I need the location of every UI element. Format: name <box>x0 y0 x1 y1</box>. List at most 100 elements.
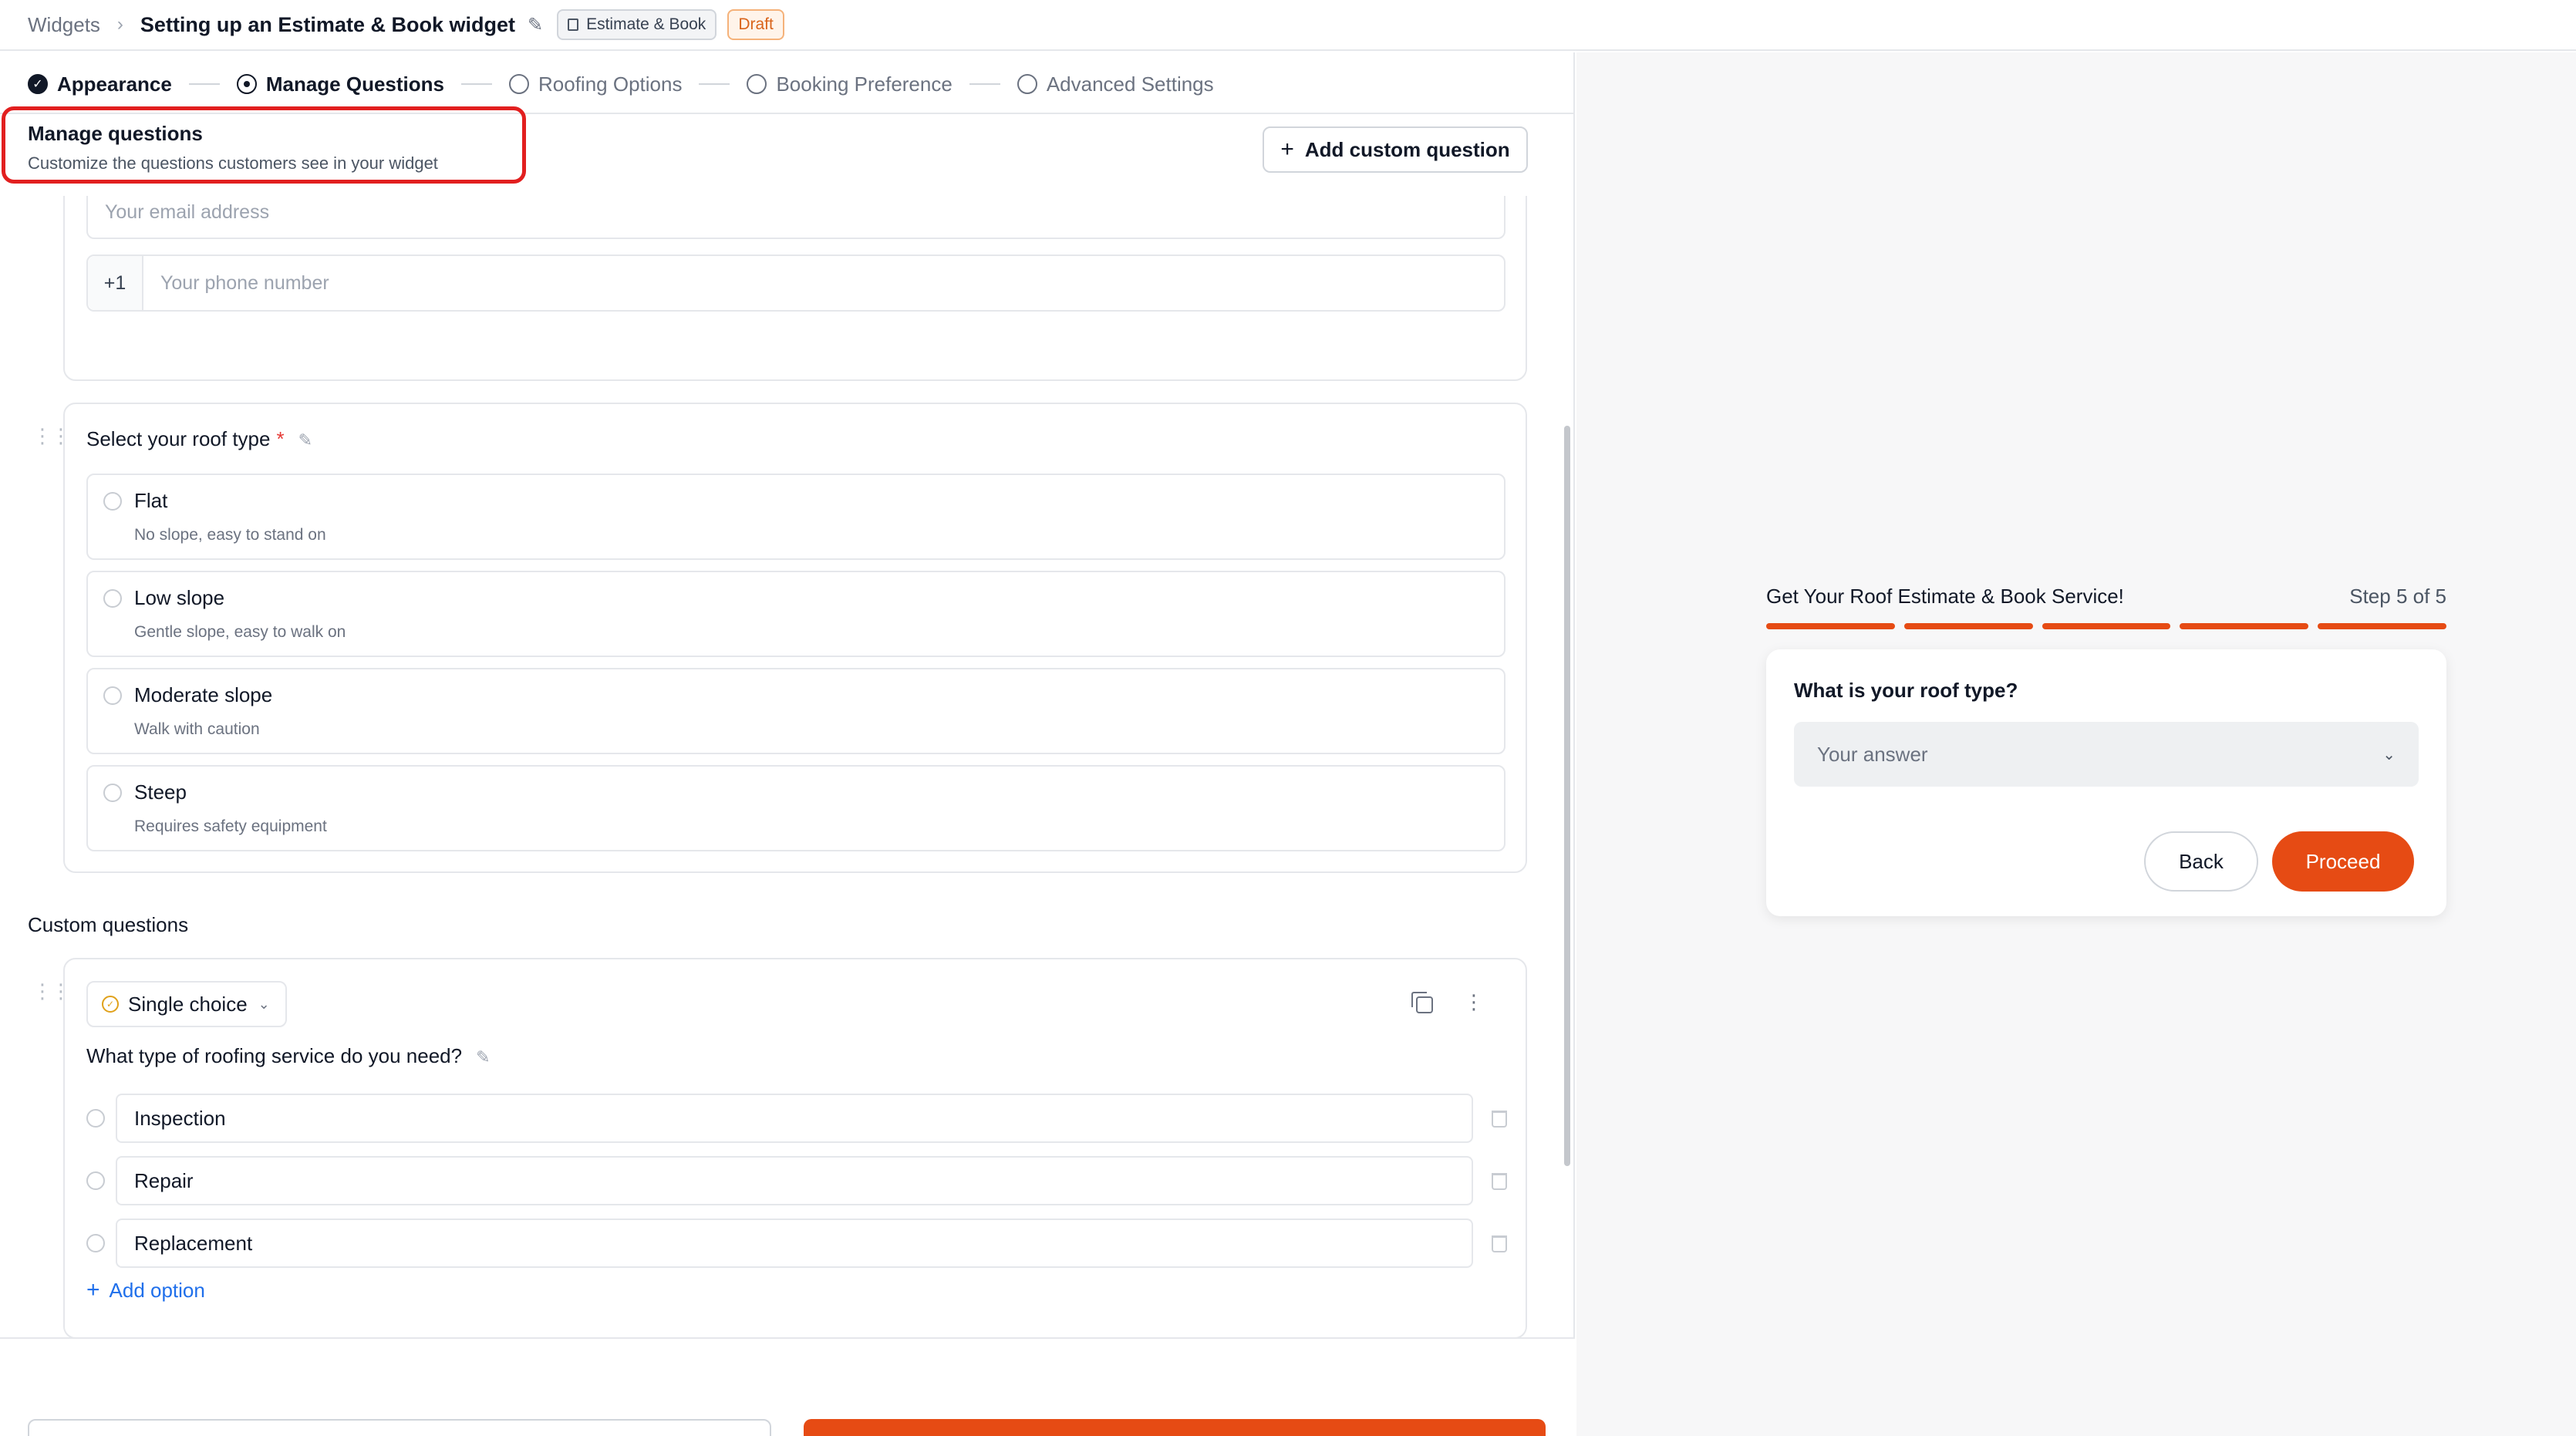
trash-icon[interactable] <box>1492 1235 1507 1252</box>
breadcrumb-widgets-link[interactable]: Widgets <box>28 13 100 37</box>
step-appearance[interactable]: ✓ Appearance <box>28 72 172 96</box>
progress-segment <box>2042 623 2171 629</box>
more-options-icon[interactable]: ⋮ <box>1464 990 1484 1014</box>
question-type-label: Single choice <box>128 992 248 1016</box>
step-label: Roofing Options <box>538 72 683 96</box>
email-placeholder: Your email address <box>105 201 270 223</box>
step-label: Advanced Settings <box>1046 72 1214 96</box>
option-description: Gentle slope, easy to walk on <box>134 623 346 641</box>
trash-icon[interactable] <box>1492 1173 1507 1190</box>
empty-circle-icon <box>509 74 529 94</box>
active-step-icon <box>236 74 257 94</box>
option-value: Repair <box>134 1168 194 1192</box>
custom-questions-heading: Custom questions <box>28 913 189 936</box>
select-placeholder: Your answer <box>1817 742 1928 766</box>
radio-icon <box>103 784 122 802</box>
progress-segment <box>2318 623 2446 629</box>
add-option-label: Add option <box>109 1278 205 1302</box>
step-manage-questions[interactable]: Manage Questions <box>236 72 444 96</box>
widget-preview-panel: Get Your Roof Estimate & Book Service! S… <box>1576 52 2576 1436</box>
add-option-link[interactable]: + Add option <box>86 1277 205 1303</box>
status-badge: Draft <box>727 9 784 40</box>
chevron-down-icon: ⌄ <box>258 996 270 1012</box>
phone-placeholder: Your phone number <box>160 271 329 294</box>
radio-icon <box>86 1171 105 1190</box>
check-circle-icon: ✓ <box>28 74 48 94</box>
question-text: Select your roof type <box>86 427 271 450</box>
add-custom-question-label: Add custom question <box>1304 137 1510 161</box>
roof-option-flat[interactable]: Flat No slope, easy to stand on <box>86 474 1505 560</box>
step-booking-preference[interactable]: Booking Preference <box>747 72 953 96</box>
option-input-inspection[interactable]: Inspection <box>116 1094 1473 1143</box>
step-label: Manage Questions <box>265 72 444 96</box>
plus-icon: + <box>86 1277 100 1303</box>
edit-title-pencil-icon[interactable]: ✎ <box>528 14 543 36</box>
roof-option-moderate-slope[interactable]: Moderate slope Walk with caution <box>86 668 1505 754</box>
preview-step-counter: Step 5 of 5 <box>2349 585 2446 608</box>
option-title: Moderate slope <box>134 683 273 706</box>
edit-pencil-icon[interactable]: ✎ <box>298 430 312 450</box>
copy-icon <box>1411 992 1433 1013</box>
progress-segment <box>2180 623 2309 629</box>
custom-question-card: ✓ Single choice ⌄ ⋮ What type of roofing… <box>63 958 1527 1337</box>
page-title: Setting up an Estimate & Book widget <box>140 12 515 36</box>
option-description: Requires safety equipment <box>134 817 327 835</box>
option-description: No slope, easy to stand on <box>134 526 326 544</box>
required-asterisk: * <box>276 427 285 450</box>
step-connector <box>969 83 1000 85</box>
add-custom-question-button[interactable]: + Add custom question <box>1263 126 1528 173</box>
questions-scroll-area[interactable]: Your email address +1 Your phone number … <box>0 196 1575 1337</box>
roof-option-low-slope[interactable]: Low slope Gentle slope, easy to walk on <box>86 571 1505 657</box>
progress-segment <box>1903 623 2033 629</box>
roof-option-steep[interactable]: Steep Requires safety equipment <box>86 765 1505 851</box>
radio-icon <box>103 492 122 511</box>
preview-progress-bar <box>1766 623 2446 629</box>
plus-icon: + <box>1280 137 1294 162</box>
footer-bar: Back Next <box>0 1337 1575 1436</box>
option-title: Low slope <box>134 586 225 609</box>
step-label: Appearance <box>57 72 172 96</box>
widget-type-badge: Estimate & Book <box>557 9 717 40</box>
step-connector <box>188 83 220 85</box>
empty-circle-icon <box>747 74 767 94</box>
roof-type-question-card: Select your roof type * ✎ Flat No slope, e… <box>63 403 1527 873</box>
custom-question-label: What type of roofing service do you need… <box>86 1044 491 1068</box>
edit-pencil-icon[interactable]: ✎ <box>476 1047 490 1067</box>
widget-type-label: Estimate & Book <box>586 15 706 33</box>
breadcrumb-separator-icon: › <box>116 14 123 35</box>
preview-title: Get Your Roof Estimate & Book Service! <box>1766 585 2124 608</box>
preview-answer-select[interactable]: Your answer ⌄ <box>1794 722 2419 787</box>
email-field[interactable]: Your email address <box>86 196 1505 239</box>
option-input-repair[interactable]: Repair <box>116 1156 1473 1205</box>
drag-handle-icon[interactable]: ⋮⋮ <box>32 981 71 1001</box>
radio-icon <box>103 589 122 608</box>
phone-country-code[interactable]: +1 <box>88 256 143 310</box>
top-bar: Widgets › Setting up an Estimate & Book … <box>0 0 2576 51</box>
step-connector <box>699 83 730 85</box>
option-value: Inspection <box>134 1106 226 1130</box>
step-roofing-options[interactable]: Roofing Options <box>509 72 682 96</box>
preview-card: What is your roof type? Your answer ⌄ Ba… <box>1766 649 2446 916</box>
option-title: Steep <box>134 780 187 804</box>
roof-type-question-label: Select your roof type * ✎ <box>86 427 312 451</box>
radio-icon <box>103 686 122 705</box>
wizard-stepper: ✓ Appearance Manage Questions Roofing Op… <box>28 65 1214 103</box>
preview-header: Get Your Roof Estimate & Book Service! S… <box>1766 585 2446 608</box>
step-advanced-settings[interactable]: Advanced Settings <box>1017 72 1214 96</box>
duplicate-question-button[interactable] <box>1411 992 1433 1013</box>
phone-field[interactable]: +1 Your phone number <box>86 255 1505 312</box>
preview-question: What is your roof type? <box>1794 679 2018 702</box>
scrollbar[interactable] <box>1564 426 1570 1166</box>
drag-handle-icon[interactable]: ⋮⋮ <box>32 426 71 446</box>
trash-icon[interactable] <box>1492 1111 1507 1128</box>
option-value: Replacement <box>134 1231 253 1255</box>
highlight-annotation <box>2 106 526 184</box>
question-type-dropdown[interactable]: ✓ Single choice ⌄ <box>86 981 287 1027</box>
preview-back-button[interactable]: Back <box>2144 831 2258 892</box>
radio-icon <box>86 1234 105 1252</box>
empty-circle-icon <box>1017 74 1037 94</box>
preview-proceed-button[interactable]: Proceed <box>2272 831 2414 892</box>
option-input-replacement[interactable]: Replacement <box>116 1219 1473 1268</box>
back-button[interactable]: Back <box>28 1419 771 1436</box>
next-button[interactable]: Next <box>804 1419 1546 1436</box>
